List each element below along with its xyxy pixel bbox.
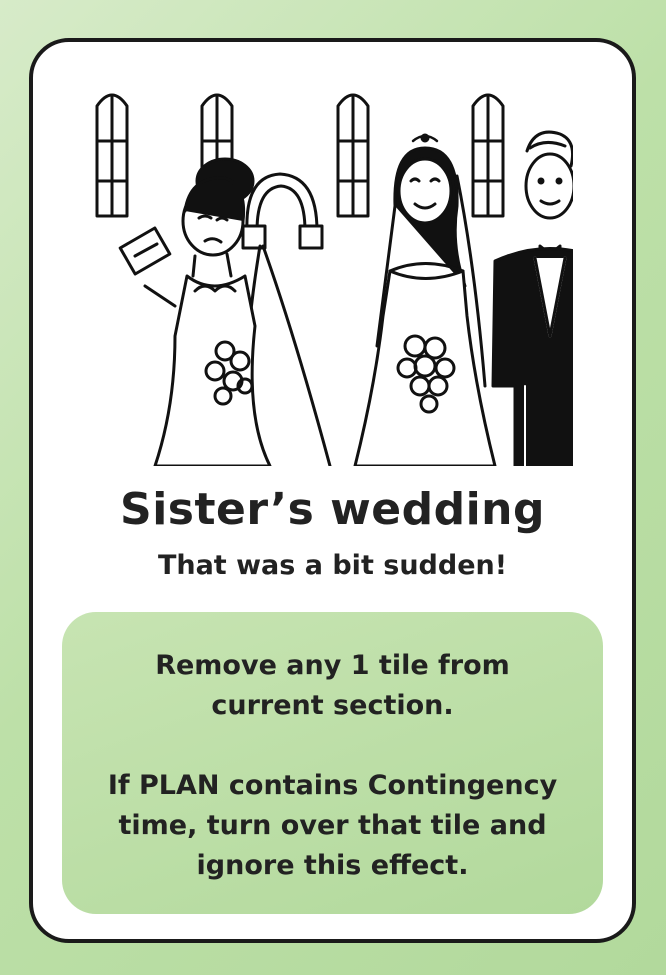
groom-figure-icon (491, 130, 573, 466)
church-window-icon (95, 93, 129, 218)
card-title: Sister’s wedding (120, 484, 545, 535)
effect-text-line: time, turn over that tile and (118, 810, 547, 841)
effect-box: Remove any 1 tile from current section. … (62, 612, 603, 914)
effect-text-line: current section. (211, 690, 454, 721)
event-card: Sister’s wedding That was a bit sudden! … (29, 38, 636, 943)
effect-text-line: If PLAN contains Contingency (107, 770, 558, 801)
effect-text-line: Remove any 1 tile from (155, 650, 510, 681)
card-subtitle: That was a bit sudden! (157, 550, 508, 581)
wedding-scene-illustration (95, 93, 573, 466)
effect-text-line: ignore this effect. (196, 850, 469, 881)
